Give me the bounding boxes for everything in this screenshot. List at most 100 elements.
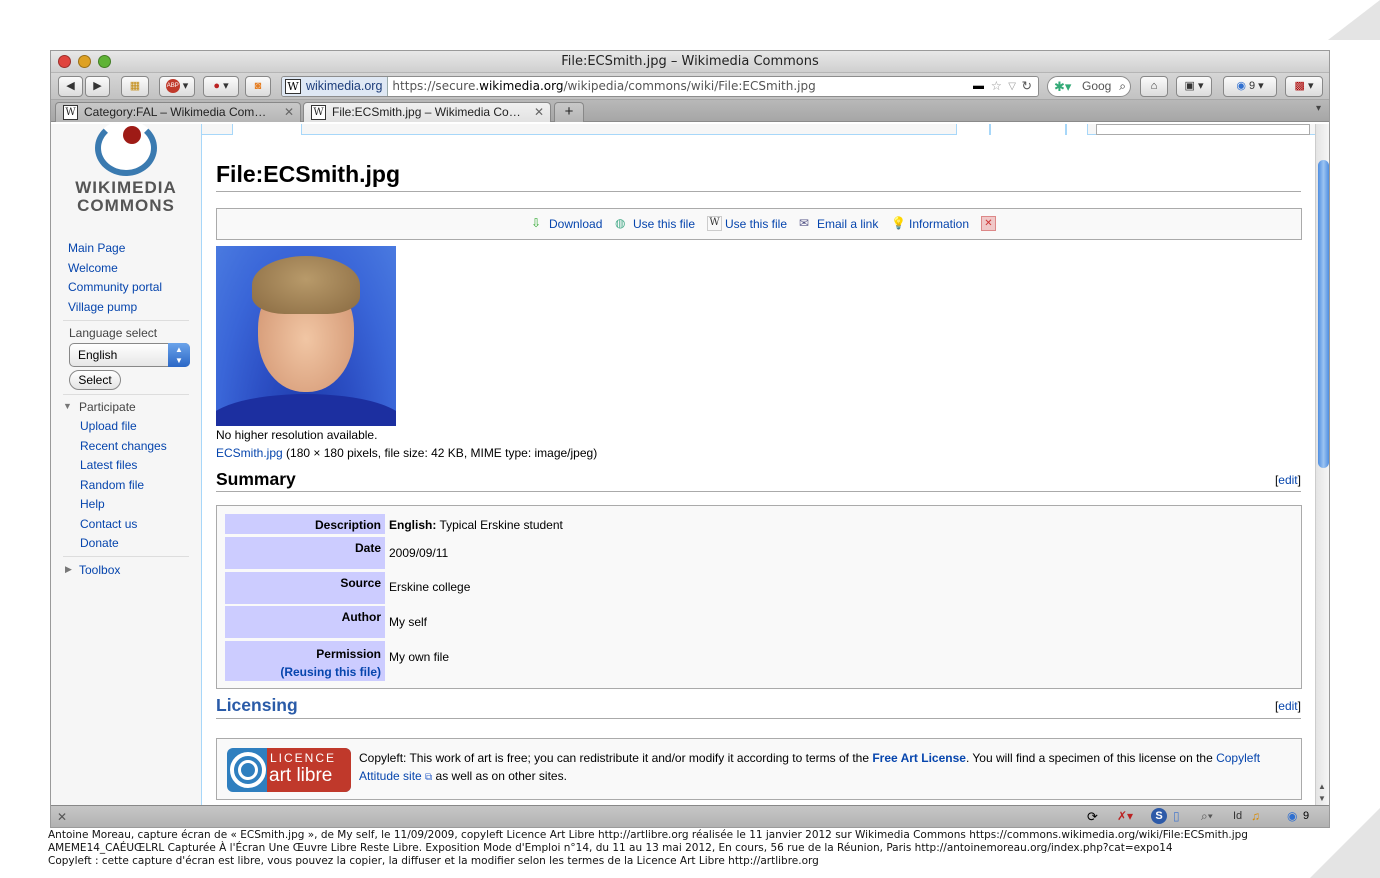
free-art-license-link[interactable]: Free Art License: [872, 751, 966, 765]
sidebar-link-random-file[interactable]: Random file: [80, 478, 144, 492]
lightbulb-icon: 💡: [891, 216, 906, 230]
star-bookmark-icon[interactable]: ☆: [991, 77, 1002, 96]
search-icon[interactable]: ⌕: [1119, 77, 1126, 96]
information-link[interactable]: 💡 Information: [891, 216, 969, 231]
sidebar-link-welcome[interactable]: Welcome: [68, 261, 118, 275]
close-tab-icon[interactable]: ✕: [284, 103, 294, 121]
sidebar-link-contact-us[interactable]: Contact us: [80, 517, 137, 531]
logo-licence-text: LICENCE: [270, 751, 337, 765]
sidebar-link-village-pump[interactable]: Village pump: [68, 300, 137, 314]
search-magnifier-icon[interactable]: ⌕▾: [1201, 809, 1213, 824]
toolbox-heading[interactable]: Toolbox: [79, 563, 120, 577]
edit-label[interactable]: edit: [1278, 473, 1297, 487]
rss-button[interactable]: ◙: [245, 76, 271, 97]
flag-icon: ▬: [973, 80, 984, 92]
email-link-label: Email a link: [817, 217, 879, 231]
wiki-search-input[interactable]: [1096, 124, 1310, 135]
adblock-button[interactable]: ABP ▾: [159, 76, 195, 97]
date-label: Date: [225, 537, 385, 569]
expanded-triangle-icon[interactable]: ▼: [63, 401, 72, 411]
home-button[interactable]: ⌂: [1140, 76, 1168, 97]
download-link[interactable]: ⇩ Download: [531, 216, 602, 231]
scroll-down-icon[interactable]: ▼: [1318, 794, 1326, 803]
title-bar: File:ECSmith.jpg – Wikimedia Commons: [51, 51, 1329, 73]
file-original-link[interactable]: ECSmith.jpg: [216, 446, 283, 460]
edit-label[interactable]: edit: [1278, 699, 1297, 713]
licence-art-libre-logo[interactable]: LICENCE art libre: [227, 748, 351, 792]
music-icon[interactable]: ♫: [1251, 809, 1260, 823]
title-underline: [216, 191, 1301, 192]
bookmarks-grid-button[interactable]: ▦: [121, 76, 149, 97]
chat-bubble-icon[interactable]: ◉: [1287, 809, 1297, 823]
description-text: Typical Erskine student: [439, 518, 563, 532]
addon-icon: ▩: [1294, 80, 1305, 92]
permission-value: My own file: [389, 650, 450, 664]
sidebar-link-recent-changes[interactable]: Recent changes: [80, 439, 167, 453]
skype-icon[interactable]: S: [1151, 808, 1167, 824]
sidebar-link-donate[interactable]: Donate: [80, 536, 119, 550]
page-tab[interactable]: [990, 124, 1066, 135]
new-tab-button[interactable]: +: [554, 102, 584, 122]
close-toolbar-icon[interactable]: ✕: [981, 216, 996, 231]
summary-edit-link[interactable]: [edit]: [1275, 473, 1301, 487]
tab-label: Category:FAL – Wikimedia Com…: [84, 105, 267, 119]
tab-counter-button[interactable]: ◉ 9 ▾: [1223, 76, 1277, 97]
browser-tab[interactable]: W Category:FAL – Wikimedia Com… ✕: [55, 102, 301, 122]
scrollbar-thumb[interactable]: [1318, 160, 1329, 468]
page-tab[interactable]: [1066, 124, 1088, 135]
url-domain: wikimedia.org: [479, 79, 564, 93]
history-dropdown-icon[interactable]: ▽: [1008, 77, 1016, 96]
language-select[interactable]: English ▲ ▼: [69, 343, 190, 367]
wikipedia-w-icon: W: [707, 216, 722, 231]
sidebar-divider: [63, 320, 189, 321]
participate-heading[interactable]: Participate: [79, 400, 136, 414]
vertical-scrollbar[interactable]: ▲ ▼: [1315, 124, 1329, 805]
browser-window: File:ECSmith.jpg – Wikimedia Commons ◀ ▶…: [50, 50, 1330, 828]
close-statusbar-icon[interactable]: ✕: [57, 810, 67, 824]
select-button[interactable]: Select: [69, 370, 121, 390]
browser-tab-active[interactable]: W File:ECSmith.jpg – Wikimedia Co… ✕: [303, 102, 551, 122]
extension-button[interactable]: ● ▾: [203, 76, 239, 97]
close-tab-icon[interactable]: ✕: [534, 103, 544, 121]
notepad-icon[interactable]: ▯: [1173, 809, 1180, 823]
search-bar[interactable]: ✱▾ Goog ⌕: [1047, 76, 1131, 97]
sync-icon[interactable]: ⟳: [1087, 809, 1098, 825]
sidebar-link-upload-file[interactable]: Upload file: [80, 419, 137, 433]
photo-shirt: [216, 394, 396, 426]
description-value: English: Typical Erskine student: [389, 518, 563, 532]
summary-underline: [216, 491, 1301, 492]
commons-logo-dot: [123, 126, 141, 144]
use-this-file-wiki-link[interactable]: W Use this file: [707, 216, 787, 231]
page-tab[interactable]: [232, 124, 302, 135]
main-content: File:ECSmith.jpg ⇩ Download ◍ Use this fil…: [201, 124, 1315, 805]
id-addon-label[interactable]: Id: [1233, 810, 1242, 822]
file-image-preview[interactable]: [216, 246, 396, 426]
page-tab[interactable]: [956, 124, 990, 135]
back-button[interactable]: ◀: [58, 76, 83, 97]
site-identity-badge[interactable]: Wwikimedia.org: [282, 77, 389, 96]
bookmark-manager-button[interactable]: ▣ ▾: [1176, 76, 1212, 97]
sidebar-link-community-portal[interactable]: Community portal: [68, 280, 162, 294]
addon-menu-button[interactable]: ▩ ▾: [1285, 76, 1323, 97]
reload-icon[interactable]: ↻: [1022, 77, 1032, 96]
page-corner-decoration: [1328, 0, 1380, 40]
collapsed-triangle-icon[interactable]: ▶: [65, 564, 72, 575]
address-bar[interactable]: Wwikimedia.org https://secure.wikimedia.o…: [281, 76, 1039, 97]
email-icon: ✉: [799, 216, 810, 230]
use-this-file-web-link[interactable]: ◍ Use this file: [615, 216, 695, 231]
wikimedia-commons-logo[interactable]: WIKIMEDIA COMMONS: [65, 124, 185, 220]
pdf-tool-icon[interactable]: ✗▾: [1117, 809, 1133, 823]
status-badge: 9: [1303, 810, 1310, 822]
sidebar-link-main-page[interactable]: Main Page: [68, 241, 125, 255]
tab-list-dropdown-icon[interactable]: ▾: [1316, 103, 1321, 114]
search-engine-icon[interactable]: ✱▾: [1054, 77, 1071, 96]
scroll-up-icon[interactable]: ▲: [1318, 782, 1326, 791]
licensing-edit-link[interactable]: [edit]: [1275, 699, 1301, 713]
forward-button[interactable]: ▶: [85, 76, 110, 97]
reusing-this-file-link[interactable]: (Reusing this file): [280, 665, 381, 679]
author-label: Author: [225, 606, 385, 638]
sidebar-link-help[interactable]: Help: [80, 497, 105, 511]
email-a-link[interactable]: ✉ Email a link: [799, 216, 879, 231]
license-text-part: . You will find a specimen of this licen…: [965, 751, 1217, 765]
sidebar-link-latest-files[interactable]: Latest files: [80, 458, 137, 472]
